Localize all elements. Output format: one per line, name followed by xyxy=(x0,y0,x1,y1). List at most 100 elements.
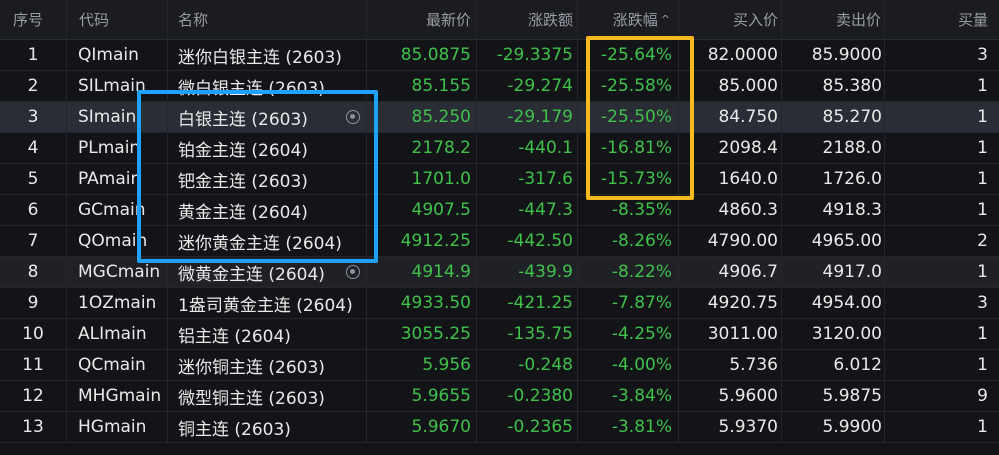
quote-table: 序号 代码 名称 最新价 涨跌额 涨跌幅 ^ 买入价 卖出价 买量 1 QIma… xyxy=(0,0,999,443)
table-row[interactable]: 1 QImain 迷你白银主连 (2603) 85.0875 -29.3375 … xyxy=(0,40,999,71)
col-header-ask[interactable]: 卖出价 xyxy=(782,0,885,39)
row-ask: 85.380 xyxy=(782,71,885,101)
row-index: 4 xyxy=(0,133,67,163)
row-change: -0.248 xyxy=(477,350,578,380)
table-row[interactable]: 2 SILmain 微白银主连 (2603) 85.155 -29.274 -2… xyxy=(0,71,999,102)
row-last-price: 4907.5 xyxy=(367,195,477,225)
row-name: 钯金主连 (2603) xyxy=(168,164,367,194)
row-code: 1OZmain xyxy=(67,288,168,318)
row-index: 6 xyxy=(0,195,67,225)
col-header-bid-qty[interactable]: 买量 xyxy=(885,0,999,39)
row-bid-qty: 1 xyxy=(977,417,988,437)
row-bid-qty: 1 xyxy=(977,355,988,375)
row-ask: 4954.00 xyxy=(782,288,885,318)
row-name: 微型铜主连 (2603) xyxy=(168,381,367,411)
row-name: 白银主连 (2603) xyxy=(168,102,367,132)
row-name: 迷你铜主连 (2603) xyxy=(168,350,367,380)
table-row[interactable]: 9 1OZmain 1盎司黄金主连 (2604) 4933.50 -421.25… xyxy=(0,288,999,319)
row-name: 1盎司黄金主连 (2604) xyxy=(168,288,367,318)
eye-icon[interactable] xyxy=(346,265,360,279)
row-bid: 2098.4 xyxy=(679,133,782,163)
table-row[interactable]: 10 ALImain 铝主连 (2604) 3055.25 -135.75 -4… xyxy=(0,319,999,350)
row-change-pct: -25.64% xyxy=(578,40,679,70)
row-ask: 4965.00 xyxy=(782,226,885,256)
table-row[interactable]: 5 PAmain 钯金主连 (2603) 1701.0 -317.6 -15.7… xyxy=(0,164,999,195)
row-change-pct: -25.50% xyxy=(578,102,679,132)
row-index: 9 xyxy=(0,288,67,318)
col-header-index[interactable]: 序号 xyxy=(0,0,67,39)
row-change: -447.3 xyxy=(477,195,578,225)
row-code: QOmain xyxy=(67,226,168,256)
row-last-price: 5.9655 xyxy=(367,381,477,411)
row-ask: 3120.00 xyxy=(782,319,885,349)
row-change: -29.3375 xyxy=(477,40,578,70)
row-change-pct: -16.81% xyxy=(578,133,679,163)
row-ask: 85.9000 xyxy=(782,40,885,70)
row-change: -439.9 xyxy=(477,257,578,287)
row-change: -135.75 xyxy=(477,319,578,349)
row-name: 铜主连 (2603) xyxy=(168,412,367,442)
row-bid: 4920.75 xyxy=(679,288,782,318)
row-code: SImain xyxy=(67,102,168,132)
table-row[interactable]: 11 QCmain 迷你铜主连 (2603) 5.956 -0.248 -4.0… xyxy=(0,350,999,381)
row-last-price: 4912.25 xyxy=(367,226,477,256)
col-header-change-pct-label: 涨跌幅 xyxy=(612,11,658,29)
row-bid-qty: 2 xyxy=(977,231,988,251)
row-name: 迷你黄金主连 (2604) xyxy=(168,226,367,256)
row-last-price: 4933.50 xyxy=(367,288,477,318)
row-last-price: 2178.2 xyxy=(367,133,477,163)
table-header: 序号 代码 名称 最新价 涨跌额 涨跌幅 ^ 买入价 卖出价 买量 xyxy=(0,0,999,40)
row-change: -29.274 xyxy=(477,71,578,101)
row-bid-qty: 1 xyxy=(977,76,988,96)
row-index: 11 xyxy=(0,350,67,380)
row-code: GCmain xyxy=(67,195,168,225)
row-index: 7 xyxy=(0,226,67,256)
col-header-name[interactable]: 名称 xyxy=(168,0,367,39)
row-change-pct: -7.87% xyxy=(578,288,679,318)
row-change: -0.2365 xyxy=(477,412,578,442)
eye-icon[interactable] xyxy=(346,110,360,124)
row-bid-qty: 3 xyxy=(977,293,988,313)
row-name: 迷你白银主连 (2603) xyxy=(168,40,367,70)
row-change-pct: -4.25% xyxy=(578,319,679,349)
col-header-last-price[interactable]: 最新价 xyxy=(367,0,477,39)
row-last-price: 5.9670 xyxy=(367,412,477,442)
row-change-pct: -3.81% xyxy=(578,412,679,442)
row-name: 铝主连 (2604) xyxy=(168,319,367,349)
row-last-price: 85.155 xyxy=(367,71,477,101)
row-last-price: 1701.0 xyxy=(367,164,477,194)
table-row[interactable]: 13 HGmain 铜主连 (2603) 5.9670 -0.2365 -3.8… xyxy=(0,412,999,443)
table-row-hover[interactable]: 8 MGCmain 微黄金主连 (2604) 4914.9 -439.9 -8.… xyxy=(0,257,999,288)
table-row[interactable]: 4 PLmain 铂金主连 (2604) 2178.2 -440.1 -16.8… xyxy=(0,133,999,164)
row-change-pct: -3.84% xyxy=(578,381,679,411)
table-row[interactable]: 6 GCmain 黄金主连 (2604) 4907.5 -447.3 -8.35… xyxy=(0,195,999,226)
row-change-pct: -4.00% xyxy=(578,350,679,380)
col-header-code[interactable]: 代码 xyxy=(67,0,168,39)
row-bid: 3011.00 xyxy=(679,319,782,349)
table-row-selected[interactable]: 3 SImain 白银主连 (2603) 85.250 -29.179 -25.… xyxy=(0,102,999,133)
row-change-pct: -15.73% xyxy=(578,164,679,194)
row-name: 微白银主连 (2603) xyxy=(168,71,367,101)
row-ask: 4917.0 xyxy=(782,257,885,287)
col-header-bid[interactable]: 买入价 xyxy=(679,0,782,39)
row-code: PLmain xyxy=(67,133,168,163)
row-bid: 4906.7 xyxy=(679,257,782,287)
sort-ascending-icon[interactable]: ^ xyxy=(661,13,670,26)
row-ask: 4918.3 xyxy=(782,195,885,225)
row-bid-qty: 1 xyxy=(977,324,988,344)
row-bid-qty: 3 xyxy=(977,45,988,65)
row-index: 10 xyxy=(0,319,67,349)
table-row[interactable]: 12 MHGmain 微型铜主连 (2603) 5.9655 -0.2380 -… xyxy=(0,381,999,412)
row-code: SILmain xyxy=(67,71,168,101)
row-bid-qty: 1 xyxy=(977,262,988,282)
row-code: MHGmain xyxy=(67,381,168,411)
row-name: 铂金主连 (2604) xyxy=(168,133,367,163)
row-bid-qty: 9 xyxy=(977,386,988,406)
row-index: 1 xyxy=(0,40,67,70)
row-ask: 5.9900 xyxy=(782,412,885,442)
row-index: 2 xyxy=(0,71,67,101)
row-code: MGCmain xyxy=(67,257,168,287)
table-row[interactable]: 7 QOmain 迷你黄金主连 (2604) 4912.25 -442.50 -… xyxy=(0,226,999,257)
col-header-change-pct[interactable]: 涨跌幅 ^ xyxy=(578,0,679,39)
col-header-change[interactable]: 涨跌额 xyxy=(477,0,578,39)
